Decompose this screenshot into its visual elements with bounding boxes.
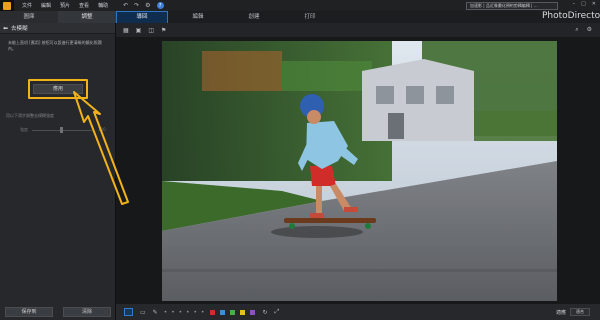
image-viewer — [116, 37, 600, 304]
rotate-icon[interactable]: ↻ — [262, 309, 267, 316]
zoom-control: 適應 適合 — [552, 308, 590, 316]
close-icon[interactable]: ✕ — [592, 1, 596, 7]
flag-icon[interactable]: ⚑ — [161, 27, 166, 34]
panel-header: ⬅ 去模糊 — [0, 23, 115, 34]
menu-bar: 文件 編輯 預片 查看 輔助 — [22, 2, 117, 9]
app-brand: PhotoDirector — [542, 11, 600, 21]
menu-view[interactable]: 查看 — [79, 2, 89, 9]
title-bar: 文件 編輯 預片 查看 輔助 ↶ ↷ ⚙ ? 加速影 | 品近像畫化預約剪輯編輯… — [0, 0, 600, 11]
notice-banner[interactable]: 加速影 | 品近像畫化預約剪輯編輯 | … — [466, 2, 558, 10]
window-controls: – □ ✕ — [567, 1, 596, 7]
panel-footer: 保存到 清除 — [0, 304, 116, 320]
settings-gear-icon[interactable]: ⚙ — [145, 2, 150, 9]
layout-grid-icon[interactable]: ▦ — [123, 27, 129, 34]
apply-highlight: 應用 — [28, 79, 88, 99]
tab-library[interactable]: 圖庫 — [0, 11, 58, 23]
slider-max-label: 100 — [98, 127, 106, 132]
viewer-bottom-bar: ▭ ✎ • • • • • • ↻ ⤢ 適應 適合 — [116, 304, 600, 320]
workspace-tabs: 導回 編輯 創建 打印 — [116, 10, 536, 24]
label-purple-swatch[interactable] — [250, 309, 256, 315]
tab-adjust[interactable]: 調整 — [58, 11, 116, 23]
rating-dots[interactable]: • • • • • • — [164, 309, 206, 316]
strength-slider-thumb[interactable] — [60, 127, 63, 133]
photo-skateboarder[interactable] — [162, 41, 557, 301]
toolbar-right: ⌕ ⚙ — [567, 26, 592, 34]
zoom-label: 適應 — [555, 309, 566, 316]
menu-edit[interactable]: 編輯 — [41, 2, 51, 9]
photo-image — [162, 41, 557, 301]
menu-help[interactable]: 輔助 — [98, 2, 108, 9]
zoom-select[interactable]: 適合 — [570, 308, 590, 316]
single-view-toggle[interactable] — [124, 308, 133, 316]
clear-button[interactable]: 清除 — [63, 307, 111, 317]
panel-description: 未能上直叨 [應用] 按招可以設進行更清晰的鏡化照瀾內。 — [8, 40, 102, 51]
app-logo — [0, 0, 14, 11]
minimize-icon[interactable]: – — [573, 1, 576, 7]
menu-preview[interactable]: 預片 — [60, 2, 70, 9]
back-arrow-icon[interactable]: ⬅ — [3, 25, 8, 32]
image-view-icon[interactable]: ▣ — [136, 27, 142, 34]
undo-icon[interactable]: ↶ — [123, 2, 128, 9]
help-icon[interactable]: ? — [156, 2, 164, 9]
label-blue-swatch[interactable] — [220, 309, 226, 315]
label-red-swatch[interactable] — [210, 309, 216, 315]
viewer-toolbar: ▦ ▣ ◫ ⚑ ⌕ ⚙ — [116, 23, 600, 37]
slider-min-label: 強度 — [20, 127, 28, 132]
label-yellow-swatch[interactable] — [240, 309, 246, 315]
panel-title: 去模糊 — [11, 26, 28, 32]
deblur-panel: ⬅ 去模糊 未能上直叨 [應用] 按招可以設進行更清晰的鏡化照瀾內。 應用 用以… — [0, 23, 116, 320]
fullscreen-icon[interactable]: ⤢ — [275, 308, 280, 316]
apply-button[interactable]: 應用 — [33, 84, 83, 94]
maximize-icon[interactable]: □ — [581, 1, 586, 7]
brush-icon[interactable]: ✎ — [153, 309, 158, 316]
settings-icon[interactable]: ⚙ — [587, 26, 592, 34]
module-tabs: 圖庫 調整 — [0, 11, 116, 23]
menu-file[interactable]: 文件 — [22, 2, 32, 9]
tab-edit[interactable]: 編輯 — [172, 12, 224, 23]
tab-guide[interactable]: 導回 — [116, 10, 168, 24]
photodirector-window: 文件 編輯 預片 查看 輔助 ↶ ↷ ⚙ ? 加速影 | 品近像畫化預約剪輯編輯… — [0, 0, 600, 320]
tab-create[interactable]: 創建 — [228, 12, 280, 23]
search-icon[interactable]: ⌕ — [575, 26, 578, 34]
redo-icon[interactable]: ↷ — [134, 2, 139, 9]
save-to-button[interactable]: 保存到 — [5, 307, 53, 317]
tab-print[interactable]: 打印 — [284, 12, 336, 23]
label-green-swatch[interactable] — [230, 309, 236, 315]
compare-icon[interactable]: ◫ — [148, 27, 154, 34]
dual-view-icon[interactable]: ▭ — [140, 309, 146, 316]
slider-hint: 用以下滑步調整去模糊強度 — [6, 113, 54, 118]
